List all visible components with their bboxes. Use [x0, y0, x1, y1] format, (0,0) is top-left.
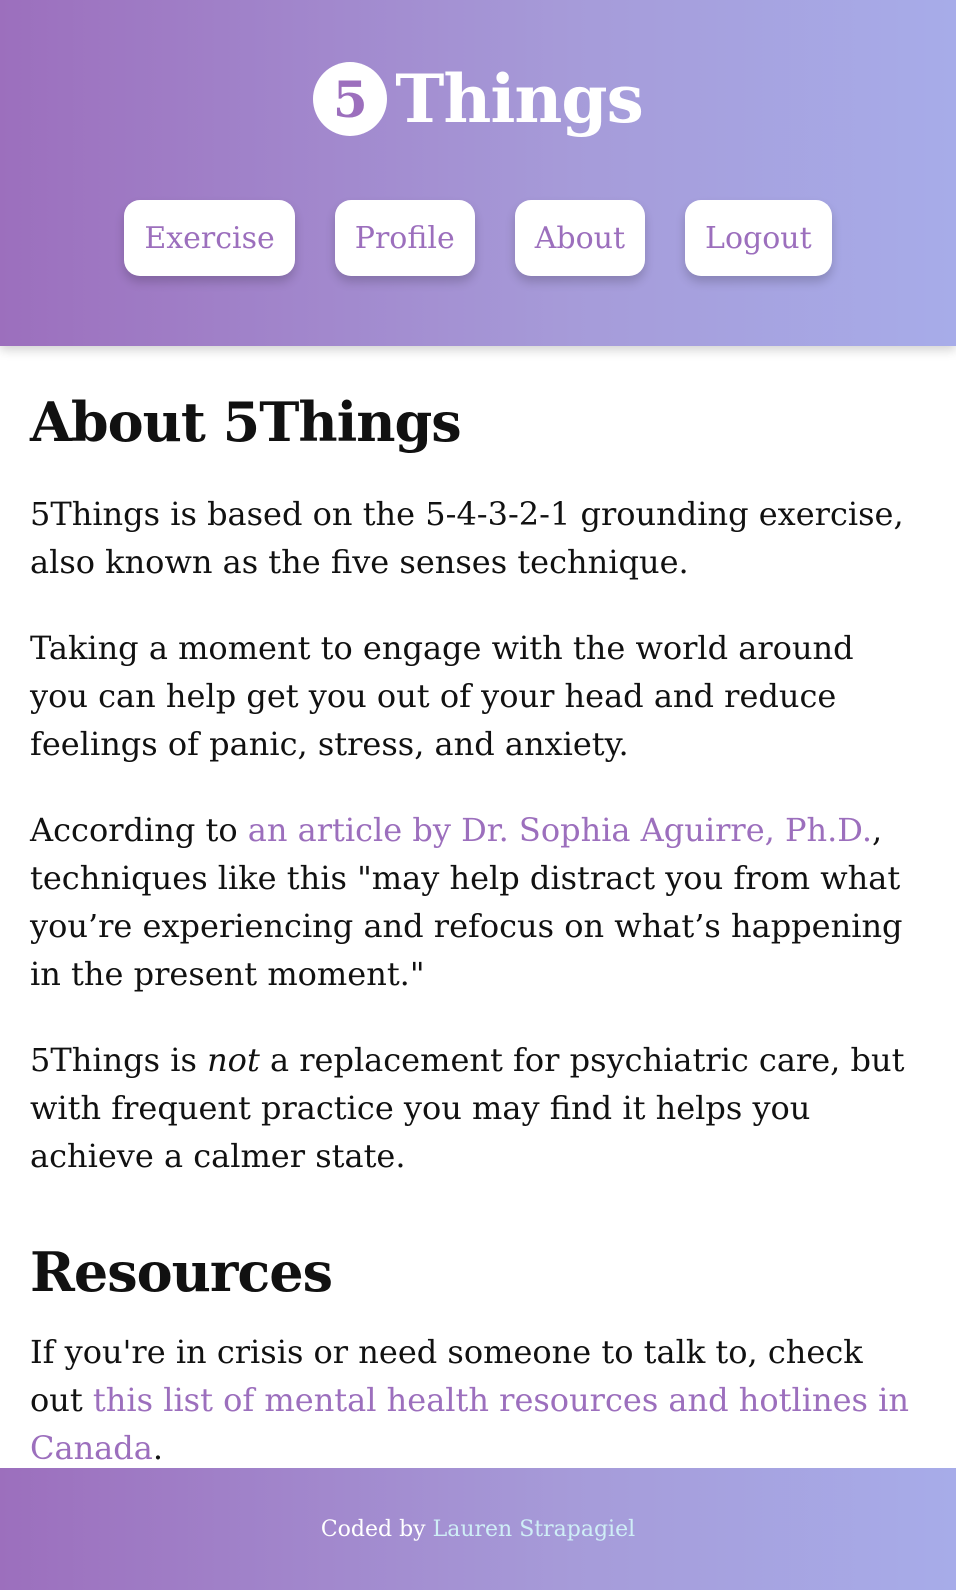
logo[interactable]: 5 Things — [0, 60, 956, 138]
about-paragraph-3: According to an article by Dr. Sophia Ag… — [30, 806, 920, 998]
resources-paragraph: If you're in crisis or need someone to t… — [30, 1328, 920, 1472]
nav-profile-button[interactable]: Profile — [334, 200, 475, 276]
main-nav: Exercise Profile About Logout — [0, 200, 956, 276]
nav-about-button[interactable]: About — [514, 200, 646, 276]
about-paragraph-2: Taking a moment to engage with the world… — [30, 629, 854, 763]
logo-badge-icon: 5 — [313, 62, 388, 136]
about-heading: About 5Things — [30, 390, 462, 454]
nav-exercise-button[interactable]: Exercise — [124, 200, 295, 276]
footer-prefix: Coded by — [320, 1516, 426, 1542]
article-link[interactable]: an article by Dr. Sophia Aguirre, Ph.D. — [248, 811, 872, 849]
site-footer: Coded by Lauren Strapagiel — [0, 1468, 956, 1590]
resources-text-after: . — [152, 1429, 163, 1467]
site-header: 5 Things Exercise Profile About Logout — [0, 0, 956, 346]
nav-logout-button[interactable]: Logout — [685, 200, 832, 276]
about-paragraph-1: 5Things is based on the 5-4-3-2-1 ground… — [30, 495, 904, 581]
resources-heading: Resources — [30, 1240, 333, 1304]
logo-text: Things — [395, 60, 643, 138]
footer-author-link[interactable]: Lauren Strapagiel — [433, 1517, 636, 1542]
p3-text-before: According to — [30, 811, 248, 849]
about-paragraph-4: 5Things is not a replacement for psychia… — [30, 1036, 920, 1180]
p4-text-before: 5Things is — [30, 1041, 208, 1079]
p4-emphasis: not — [207, 1041, 260, 1079]
